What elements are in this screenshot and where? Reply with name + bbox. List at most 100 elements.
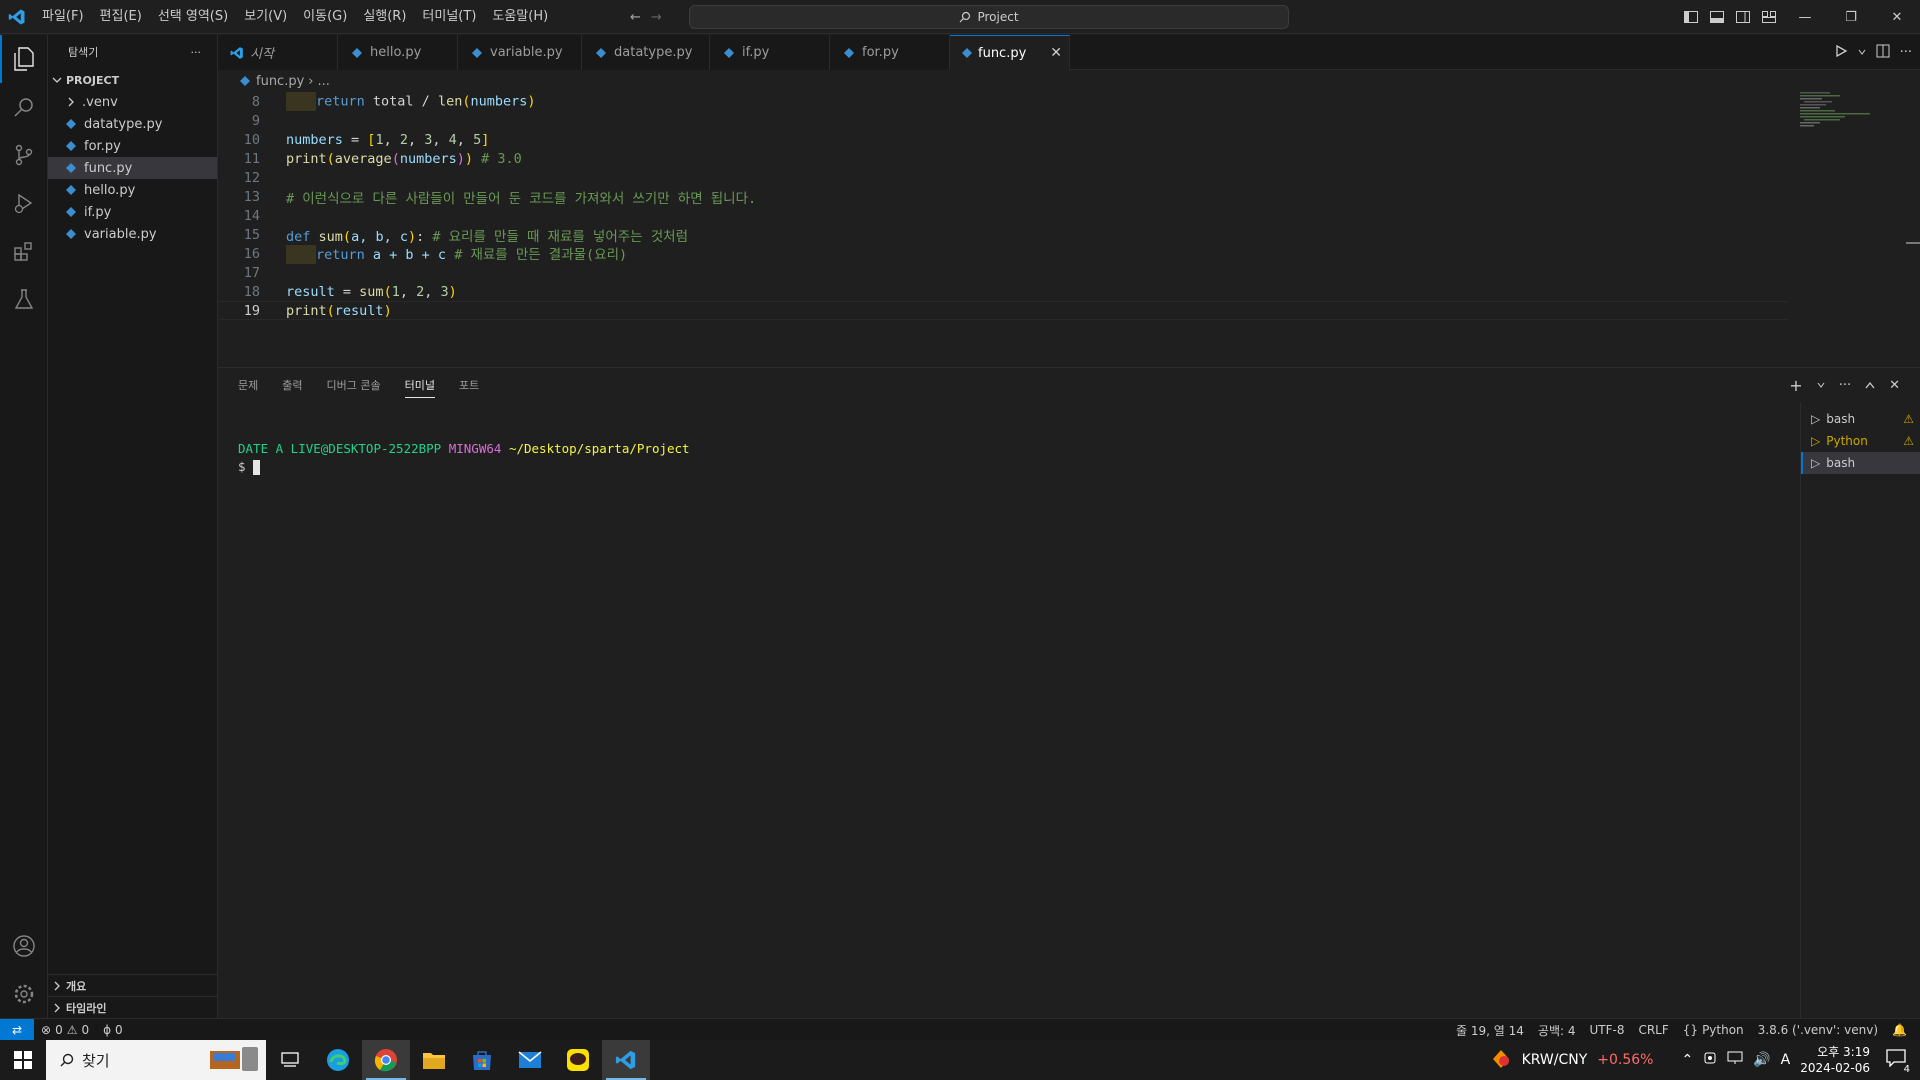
timeline-section-header[interactable]: 타임라인 bbox=[48, 996, 218, 1018]
source-control-icon[interactable] bbox=[0, 131, 48, 179]
settings-gear-icon[interactable] bbox=[0, 970, 48, 1018]
folder-venv[interactable]: .venv bbox=[48, 91, 217, 113]
indent-guide bbox=[286, 245, 316, 265]
tab-ports[interactable]: 포트 bbox=[459, 377, 479, 393]
file-if[interactable]: if.py bbox=[48, 201, 217, 223]
menu-run[interactable]: 실행(R) bbox=[355, 0, 414, 34]
terminal-output[interactable]: DATE A LIVE@DESKTOP-2522BPP MINGW64 ~/De… bbox=[238, 440, 690, 476]
extensions-icon[interactable] bbox=[0, 227, 48, 275]
volume-icon[interactable]: 🔊 bbox=[1753, 1052, 1770, 1068]
back-arrow-icon[interactable]: ← bbox=[630, 10, 641, 25]
breadcrumb-symbol[interactable]: ... bbox=[317, 74, 329, 89]
mail-icon[interactable] bbox=[506, 1040, 554, 1080]
forward-arrow-icon[interactable]: → bbox=[651, 10, 662, 25]
restore-button[interactable]: ❐ bbox=[1828, 0, 1874, 34]
tab-problems[interactable]: 문제 bbox=[238, 377, 258, 393]
menu-go[interactable]: 이동(G) bbox=[295, 0, 355, 34]
file-for[interactable]: for.py bbox=[48, 135, 217, 157]
chevron-up-icon[interactable]: ⌃ bbox=[1682, 1052, 1694, 1068]
ticker-label[interactable]: KRW/CNY bbox=[1522, 1052, 1588, 1068]
chevron-down-icon[interactable] bbox=[1858, 45, 1866, 60]
notification-center-icon[interactable]: 4 bbox=[1886, 1049, 1912, 1075]
more-actions-icon[interactable]: ··· bbox=[1900, 45, 1912, 60]
indentation[interactable]: 공백: 4 bbox=[1531, 1019, 1583, 1041]
run-python-file-icon[interactable] bbox=[1834, 44, 1848, 62]
menu-selection[interactable]: 선택 영역(S) bbox=[150, 0, 236, 34]
tab-for[interactable]: for.py bbox=[830, 35, 950, 70]
file-explorer-icon[interactable] bbox=[410, 1040, 458, 1080]
encoding[interactable]: UTF-8 bbox=[1582, 1019, 1631, 1041]
minimap[interactable] bbox=[1800, 92, 1880, 152]
customize-layout-icon[interactable] bbox=[1756, 0, 1782, 34]
language-mode[interactable]: {} Python bbox=[1676, 1019, 1751, 1041]
run-debug-icon[interactable] bbox=[0, 179, 48, 227]
tab-terminal[interactable]: 터미널 bbox=[404, 377, 435, 398]
explorer-icon[interactable] bbox=[0, 35, 48, 83]
search-icon[interactable] bbox=[0, 83, 48, 131]
windows-start-icon[interactable] bbox=[0, 1040, 46, 1080]
search-icon bbox=[60, 1053, 74, 1067]
network-icon[interactable] bbox=[1727, 1051, 1743, 1069]
menu-edit[interactable]: 편집(E) bbox=[92, 0, 150, 34]
notifications-bell-icon[interactable]: 🔔 bbox=[1885, 1019, 1914, 1041]
vscode-taskbar-icon[interactable] bbox=[602, 1040, 650, 1080]
chrome-browser-icon[interactable] bbox=[362, 1040, 410, 1080]
tab-datatype[interactable]: datatype.py bbox=[582, 35, 710, 70]
tab-hello[interactable]: hello.py bbox=[338, 35, 458, 70]
file-variable[interactable]: variable.py bbox=[48, 223, 217, 245]
edge-browser-icon[interactable] bbox=[314, 1040, 362, 1080]
new-terminal-plus-icon[interactable]: + bbox=[1789, 376, 1802, 395]
explorer-more-button[interactable]: ··· bbox=[191, 46, 202, 59]
end-of-line[interactable]: CRLF bbox=[1631, 1019, 1675, 1041]
tab-output[interactable]: 출력 bbox=[282, 377, 302, 393]
code-editor[interactable]: 8 return total / len(numbers) 9 10 numbers… bbox=[218, 92, 1920, 367]
tab-func[interactable]: func.py ✕ bbox=[950, 35, 1070, 70]
menu-help[interactable]: 도움말(H) bbox=[484, 0, 556, 34]
file-func[interactable]: func.py bbox=[48, 157, 217, 179]
clock[interactable]: 오후 3:19 2024-02-06 bbox=[1800, 1044, 1876, 1076]
maximize-panel-icon[interactable] bbox=[1865, 378, 1875, 393]
close-tab-icon[interactable]: ✕ bbox=[1050, 45, 1062, 61]
tab-if[interactable]: if.py bbox=[710, 35, 830, 70]
ime-indicator[interactable]: A bbox=[1781, 1052, 1791, 1068]
tab-debug-console[interactable]: 디버그 콘솔 bbox=[327, 377, 381, 393]
ticker-widget-icon[interactable] bbox=[1490, 1047, 1512, 1073]
toggle-panel-icon[interactable] bbox=[1704, 0, 1730, 34]
problems-indicator[interactable]: ⊗ 0 ⚠ 0 bbox=[34, 1019, 96, 1041]
chevron-down-icon[interactable] bbox=[1817, 378, 1825, 393]
testing-flask-icon[interactable] bbox=[0, 275, 48, 323]
menu-view[interactable]: 보기(V) bbox=[236, 0, 295, 34]
tab-variable[interactable]: variable.py bbox=[458, 35, 582, 70]
microsoft-store-icon[interactable] bbox=[458, 1040, 506, 1080]
split-editor-icon[interactable] bbox=[1876, 44, 1890, 62]
terminal-item-bash[interactable]: ▷ bash ⚠ bbox=[1801, 408, 1920, 430]
taskbar-search[interactable]: 찾기 bbox=[46, 1040, 266, 1080]
terminal-item-bash-active[interactable]: ▷ bash bbox=[1801, 452, 1920, 474]
accounts-icon[interactable] bbox=[0, 922, 48, 970]
camera-icon[interactable] bbox=[1703, 1051, 1717, 1069]
command-center[interactable]: Project bbox=[689, 5, 1289, 29]
menu-file[interactable]: 파일(F) bbox=[34, 0, 92, 34]
ports-indicator[interactable]: ϕ0 bbox=[96, 1019, 130, 1041]
task-view-icon[interactable] bbox=[266, 1040, 314, 1080]
file-label: func.py bbox=[84, 160, 133, 176]
python-interpreter[interactable]: 3.8.6 ('.venv': venv) bbox=[1751, 1019, 1885, 1041]
cursor-position[interactable]: 줄 19, 열 14 bbox=[1449, 1019, 1531, 1041]
kakaotalk-icon[interactable] bbox=[554, 1040, 602, 1080]
remote-indicator-icon[interactable]: ⇄ bbox=[0, 1018, 34, 1041]
outline-section-header[interactable]: 개요 bbox=[48, 974, 218, 996]
breadcrumb-file[interactable]: func.py bbox=[256, 74, 304, 89]
toggle-secondary-sidebar-icon[interactable] bbox=[1730, 0, 1756, 34]
more-actions-icon[interactable]: ··· bbox=[1839, 378, 1851, 393]
minimize-button[interactable]: — bbox=[1782, 0, 1828, 34]
file-datatype[interactable]: datatype.py bbox=[48, 113, 217, 135]
close-window-button[interactable]: ✕ bbox=[1874, 0, 1920, 34]
terminal-item-python[interactable]: ▷ Python ⚠ bbox=[1801, 430, 1920, 452]
scrollbar-marker[interactable] bbox=[1906, 242, 1920, 244]
menu-terminal[interactable]: 터미널(T) bbox=[414, 0, 484, 34]
tab-start[interactable]: 시작 bbox=[218, 35, 338, 70]
project-section-header[interactable]: PROJECT bbox=[48, 69, 217, 91]
close-panel-icon[interactable]: ✕ bbox=[1889, 378, 1900, 393]
file-hello[interactable]: hello.py bbox=[48, 179, 217, 201]
toggle-primary-sidebar-icon[interactable] bbox=[1678, 0, 1704, 34]
